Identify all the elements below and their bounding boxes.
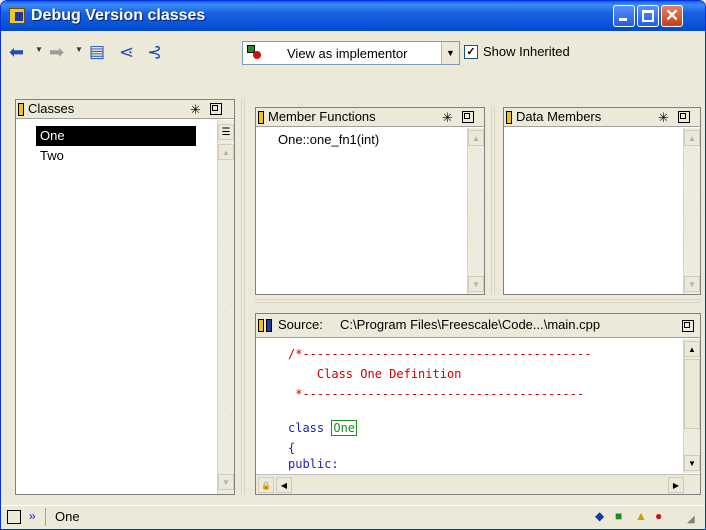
pane-layout-icon[interactable]	[7, 510, 21, 524]
code-line: Class One Definition	[288, 367, 462, 381]
scroll-down-button[interactable]: ▼	[468, 276, 484, 292]
highlighted-class-name[interactable]: One	[331, 420, 358, 436]
view-as-select[interactable]: View as implementor ▼	[242, 41, 460, 65]
public-access-icon: ◆	[595, 509, 605, 523]
member-functions-pane: Member Functions ✳ One::one_fn1(int) ▲ ▼	[255, 107, 485, 295]
resize-grip-icon[interactable]: ◢	[687, 514, 695, 525]
member-functions-scrollbar[interactable]: ▲ ▼	[467, 128, 484, 294]
code-line: /*--------------------------------------…	[288, 347, 592, 361]
dock-icon[interactable]	[210, 103, 222, 115]
scroll-down-button[interactable]: ▼	[684, 276, 700, 292]
source-path: C:\Program Files\Freescale\Code...\main.…	[340, 317, 601, 332]
source-file-icon	[266, 319, 272, 332]
app-icon	[9, 8, 25, 24]
source-pane-header: Source: C:\Program Files\Freescale\Code.…	[256, 314, 700, 338]
protected-access-icon: ■	[615, 509, 623, 523]
new-data-member-icon[interactable]: ✳	[658, 109, 669, 127]
back-dropdown-icon[interactable]: ▼	[35, 45, 43, 54]
dock-icon[interactable]	[682, 320, 694, 332]
scroll-up-button[interactable]: ▲	[684, 130, 700, 146]
scroll-down-button[interactable]: ▼	[218, 474, 234, 490]
source-vertical-scrollbar[interactable]: ▲ ▼	[683, 339, 700, 473]
dock-icon[interactable]	[678, 111, 690, 123]
data-members-header: Data Members ✳	[504, 108, 700, 127]
member-functions-header: Member Functions ✳	[256, 108, 484, 127]
view-as-value: View as implementor	[287, 46, 408, 61]
source-pane: Source: C:\Program Files\Freescale\Code.…	[255, 313, 701, 495]
chevron-down-icon[interactable]: ▼	[441, 42, 459, 64]
status-text: One	[55, 509, 80, 524]
title-bar[interactable]: Debug Version classes ✕	[1, 1, 705, 31]
view-mode-icon	[247, 45, 263, 61]
scroll-up-button[interactable]: ▲	[218, 144, 234, 160]
vertical-splitter-2[interactable]	[489, 107, 495, 295]
scroll-right-button[interactable]: ▶	[668, 477, 684, 493]
scroll-down-button[interactable]: ▼	[684, 455, 700, 471]
dock-icon[interactable]	[462, 111, 474, 123]
pane-icon	[258, 111, 264, 124]
code-line: {	[288, 441, 296, 455]
data-members-pane: Data Members ✳ ▲ ▼	[503, 107, 701, 295]
separator	[45, 508, 46, 526]
member-function-item[interactable]: One::one_fn1(int)	[274, 130, 454, 150]
vertical-splitter[interactable]	[239, 99, 245, 495]
class-item-two[interactable]: Two	[36, 146, 196, 166]
scroll-up-button[interactable]: ▲	[684, 341, 700, 357]
maximize-icon	[642, 10, 654, 22]
classes-pane-title: Classes	[28, 101, 75, 116]
code-line: public:	[288, 457, 339, 471]
source-code-area[interactable]: /*--------------------------------------…	[256, 339, 682, 473]
new-member-function-icon[interactable]: ✳	[442, 109, 453, 127]
expand-icon[interactable]: »	[29, 509, 36, 523]
classes-pane-header: Classes ✳	[16, 100, 234, 119]
browse-document-icon[interactable]: ▤	[89, 41, 105, 63]
source-horizontal-scrollbar[interactable]: 🔒 ◀ ▶	[256, 474, 700, 494]
hierarchy-icon[interactable]: ⋖	[119, 41, 134, 63]
code-line: *---------------------------------------	[288, 387, 585, 401]
class-item-one[interactable]: One	[36, 126, 196, 146]
data-members-title: Data Members	[516, 109, 602, 124]
class-browser-window: Debug Version classes ✕ ⬅ ▼ ➡ ▼ ▤ ⋖ ⊰ Vi…	[0, 0, 706, 530]
minimize-button[interactable]	[613, 5, 635, 27]
horizontal-splitter[interactable]	[255, 299, 701, 305]
new-class-icon[interactable]: ✳	[190, 101, 201, 119]
single-class-hierarchy-icon[interactable]: ⊰	[147, 41, 162, 63]
data-members-scrollbar[interactable]: ▲ ▼	[683, 128, 700, 294]
status-bar: » One ◆ ■ ▲ ● ◢	[1, 505, 705, 529]
pane-icon	[506, 111, 512, 124]
sort-icon[interactable]: ☰	[218, 124, 234, 140]
forward-dropdown-icon[interactable]: ▼	[75, 45, 83, 54]
show-inherited-label: Show Inherited	[483, 44, 570, 59]
pane-icon	[18, 103, 24, 116]
close-icon: ✕	[664, 6, 680, 25]
classes-scrollbar[interactable]: ☰ ▲ ▼	[217, 120, 234, 494]
code-line-class: class One	[288, 420, 358, 436]
close-button[interactable]: ✕	[661, 5, 683, 27]
toolbar: ⬅ ▼ ➡ ▼ ▤ ⋖ ⊰ View as implementor ▼ ✓ Sh…	[5, 33, 701, 69]
minimize-icon	[619, 18, 627, 21]
scroll-left-button[interactable]: ◀	[276, 477, 292, 493]
member-functions-title: Member Functions	[268, 109, 376, 124]
scroll-up-button[interactable]: ▲	[468, 130, 484, 146]
back-arrow-icon[interactable]: ⬅	[9, 41, 24, 63]
maximize-button[interactable]	[637, 5, 659, 27]
pane-icon	[258, 319, 264, 332]
lock-icon[interactable]: 🔒	[258, 477, 274, 493]
show-inherited-checkbox[interactable]: ✓	[464, 45, 478, 59]
classes-pane: Classes ✳ One Two ☰ ▲ ▼	[15, 99, 235, 495]
source-label: Source:	[278, 317, 323, 332]
scroll-thumb[interactable]	[684, 359, 700, 429]
friend-access-icon: ●	[655, 509, 663, 523]
window-title: Debug Version classes	[31, 7, 206, 24]
forward-arrow-icon[interactable]: ➡	[49, 41, 64, 63]
private-access-icon: ▲	[635, 509, 647, 523]
